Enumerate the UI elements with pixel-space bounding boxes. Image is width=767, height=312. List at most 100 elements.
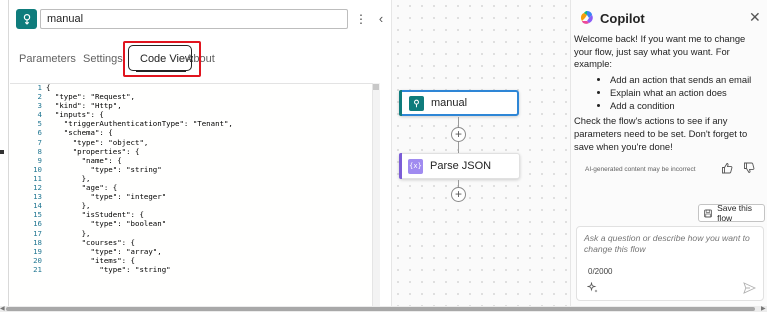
- line-number: 20: [33, 255, 42, 265]
- add-icon[interactable]: +: [451, 127, 466, 142]
- panel-header: ⋮ ‹: [9, 0, 391, 44]
- trigger-icon: [16, 9, 37, 29]
- more-icon[interactable]: ⋮: [354, 9, 368, 29]
- variable-icon: {x}: [408, 158, 423, 174]
- copilot-prompt-input[interactable]: [582, 231, 760, 261]
- save-icon: [704, 209, 712, 217]
- code-line: 5 "triggerAuthenticationType": "Tenant",: [10, 119, 372, 128]
- code-line: 13 "type": "integer": [10, 192, 372, 201]
- send-icon[interactable]: [743, 282, 756, 294]
- code-line: 1{: [10, 83, 372, 92]
- add-icon[interactable]: +: [451, 187, 466, 202]
- code-text: "schema": {: [46, 128, 113, 138]
- code-text: "type": "string": [46, 264, 171, 274]
- close-icon[interactable]: ✕: [749, 9, 761, 26]
- thumbs-up-icon[interactable]: [721, 162, 733, 174]
- focus-outline: [128, 45, 192, 71]
- connector-line: [458, 142, 459, 153]
- line-number: 17: [33, 228, 42, 238]
- code-text: },: [46, 173, 91, 183]
- code-text: "type": "array",: [46, 246, 162, 256]
- line-number: 15: [33, 210, 42, 220]
- line-number: 6: [37, 128, 42, 138]
- connector-line: [458, 180, 459, 187]
- code-scrollbar-thumb[interactable]: [373, 84, 379, 90]
- code-text: "type": "string": [46, 164, 162, 174]
- code-text: "properties": {: [46, 146, 140, 156]
- node-accent-bar: [399, 153, 402, 179]
- scroll-left-arrow-icon[interactable]: ◀: [0, 305, 5, 312]
- suggestion-item: Add an action that sends an email: [610, 74, 764, 87]
- tab-settings[interactable]: Settings: [83, 53, 123, 65]
- save-flow-button[interactable]: Save this flow: [698, 203, 765, 223]
- code-line: 15 "isStudent": {: [10, 210, 372, 219]
- line-number: 21: [33, 264, 42, 274]
- action-details-panel: ⋮ ‹ Parameters Settings Code View About …: [8, 0, 392, 306]
- code-scrollbar[interactable]: [372, 83, 380, 306]
- followup-text: Check the flow's actions to see if any p…: [574, 115, 748, 152]
- copilot-prompt-box: 0/2000: [576, 226, 764, 301]
- code-line: 20 "items": {: [10, 256, 372, 265]
- line-number: 1: [37, 83, 42, 92]
- scroll-right-arrow-icon[interactable]: ▶: [761, 305, 766, 312]
- code-line: 21 "type": "string": [10, 265, 372, 274]
- line-number: 14: [33, 201, 42, 211]
- code-text: "type": "integer": [46, 192, 167, 202]
- code-text: "items": {: [46, 255, 135, 265]
- code-text: "inputs": {: [46, 110, 104, 120]
- code-line: 16 "type": "boolean": [10, 219, 372, 228]
- code-line: 19 "type": "array",: [10, 247, 372, 256]
- suggestion-list: Add an action that sends an email Explai…: [574, 74, 764, 112]
- line-number: 3: [37, 101, 42, 111]
- code-line: 3 "kind": "Http",: [10, 101, 372, 110]
- code-line: 4 "inputs": {: [10, 110, 372, 119]
- suggestion-item: Add a condition: [610, 100, 764, 113]
- copilot-title: Copilot: [600, 11, 645, 26]
- tab-parameters[interactable]: Parameters: [19, 53, 76, 65]
- flow-node-manual[interactable]: manual: [399, 90, 519, 116]
- code-text: "triggerAuthenticationType": "Tenant",: [46, 119, 233, 129]
- code-line: 2 "type": "Request",: [10, 92, 372, 101]
- node-label: manual: [431, 97, 468, 109]
- line-number: 4: [37, 110, 42, 120]
- code-text: "kind": "Http",: [46, 101, 122, 111]
- ai-disclaimer: AI-generated content may be incorrect: [585, 166, 696, 173]
- code-line: 11 },: [10, 174, 372, 183]
- code-text: "type": "boolean": [46, 219, 167, 229]
- save-flow-label: Save this flow: [717, 203, 753, 223]
- line-number: 16: [33, 219, 42, 229]
- code-line: 18 "courses": {: [10, 238, 372, 247]
- code-text: {: [46, 83, 51, 92]
- line-number: 9: [37, 155, 42, 165]
- code-text: "age": {: [46, 183, 118, 193]
- thumbs-down-icon[interactable]: [743, 162, 755, 174]
- line-number: 7: [37, 137, 42, 147]
- code-text: "isStudent": {: [46, 210, 144, 220]
- code-line: 9 "name": {: [10, 156, 372, 165]
- code-line: 17 },: [10, 229, 372, 238]
- sparkle-icon[interactable]: [587, 282, 599, 294]
- window-edge-marker: [0, 150, 4, 154]
- code-editor[interactable]: 1{2 "type": "Request", 3 "kind": "Http", 4…: [10, 83, 372, 306]
- copilot-pane: Copilot ✕ Welcome back! If you want me t…: [570, 0, 767, 306]
- suggestion-item: Explain what an action does: [610, 87, 764, 100]
- line-number: 12: [33, 183, 42, 193]
- line-number: 2: [37, 92, 42, 102]
- line-number: 19: [33, 246, 42, 256]
- code-line: 12 "age": {: [10, 183, 372, 192]
- code-line: 7 "type": "object",: [10, 138, 372, 147]
- chevron-left-icon[interactable]: ‹: [375, 9, 387, 29]
- action-name-input[interactable]: [40, 9, 348, 29]
- node-accent-bar: [399, 90, 402, 116]
- line-number: 11: [33, 173, 42, 183]
- connector-line: [458, 117, 459, 127]
- flow-designer-canvas[interactable]: manual + {x} Parse JSON +: [392, 0, 570, 306]
- code-text: "type": "object",: [46, 137, 149, 147]
- flow-node-parse-json[interactable]: {x} Parse JSON: [399, 153, 520, 179]
- line-number: 10: [33, 164, 42, 174]
- code-text: "courses": {: [46, 237, 135, 247]
- horizontal-scrollbar-thumb[interactable]: [6, 307, 755, 311]
- code-line: 14 },: [10, 201, 372, 210]
- trigger-icon: [409, 95, 424, 111]
- node-label: Parse JSON: [430, 160, 492, 172]
